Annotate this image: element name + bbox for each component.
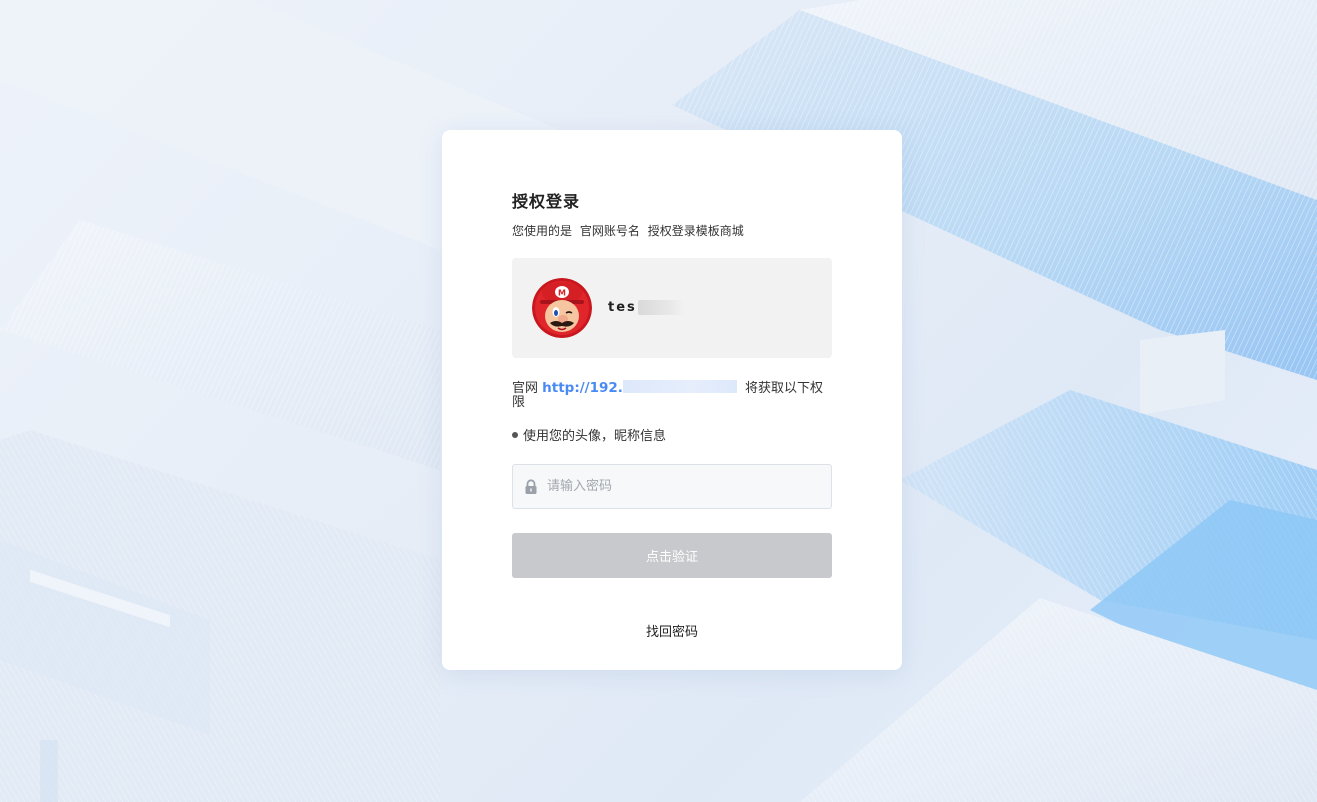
- scope-item: 使用您的头像，昵称信息: [512, 425, 666, 444]
- permission-text: 官网 http://192. 将获取以下权限: [512, 380, 834, 410]
- forgot-password-link[interactable]: 找回密码: [512, 621, 832, 640]
- subtitle: 您使用的是 官网账号名 授权登录模板商城: [512, 222, 748, 239]
- subtitle-account: 官网账号名: [579, 224, 640, 238]
- password-input[interactable]: [547, 465, 823, 508]
- url-redacted: [622, 380, 737, 393]
- page-title: 授权登录: [512, 192, 581, 211]
- scope-item-label: 使用您的头像，昵称信息: [523, 429, 667, 444]
- password-field[interactable]: [512, 464, 832, 509]
- subtitle-suffix: 授权登录模板商城: [647, 224, 744, 238]
- auth-login-card: 授权登录 您使用的是 官网账号名 授权登录模板商城 M tes 官网 http:…: [442, 130, 902, 670]
- username: tes: [608, 300, 637, 315]
- subtitle-prefix: 您使用的是: [512, 224, 573, 238]
- permission-url-link[interactable]: http://192.: [542, 380, 623, 396]
- avatar: M: [532, 278, 592, 338]
- bullet-dot: [512, 432, 518, 438]
- svg-text:M: M: [558, 289, 566, 298]
- lock-icon: [525, 479, 537, 494]
- user-info-box: M tes: [512, 258, 832, 358]
- verify-button[interactable]: 点击验证: [512, 533, 832, 578]
- permission-site-label: 官网: [512, 381, 539, 396]
- mario-avatar-icon: M: [532, 278, 592, 338]
- username-redacted: [638, 300, 684, 315]
